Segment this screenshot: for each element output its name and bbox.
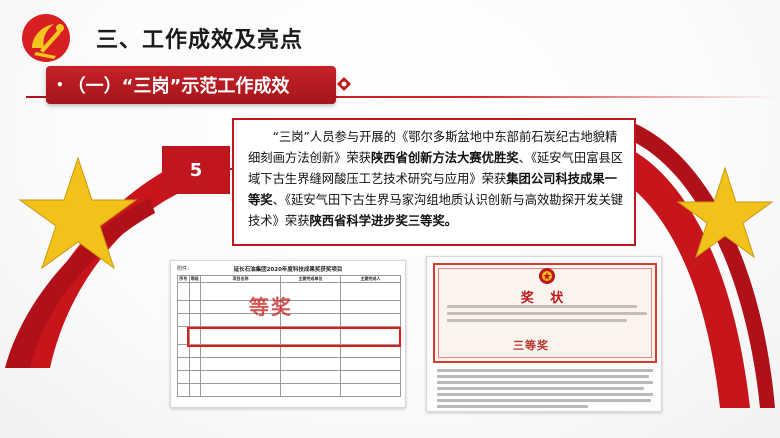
highlighted-row-frame xyxy=(187,327,401,347)
party-emblem-icon xyxy=(22,14,70,62)
table-header: 主要完成人 xyxy=(340,275,401,283)
award-highlight: 陕西省创新方法大赛优胜奖 xyxy=(370,151,519,165)
table-row xyxy=(177,370,401,384)
section-banner: • （一）“三岗”示范工作成效 xyxy=(46,66,336,104)
certificate-prize: 三等奖 xyxy=(513,339,549,352)
slide: 三、工作成效及亮点 • （一）“三岗”示范工作成效 5 “三岗”人员参与开展的《… xyxy=(0,0,780,438)
table-header: 等级 xyxy=(188,275,201,283)
bullet-icon: • xyxy=(56,78,64,92)
diamond-ornament-icon xyxy=(337,77,351,91)
section-title: （一）“三岗”示范工作成效 xyxy=(67,76,290,97)
award-list-document-image: 附件： 延长石油集团2020年度科技成果奖获奖项目 序号 等级 项目名称 主要完… xyxy=(170,260,406,408)
table-header: 序号 xyxy=(177,275,190,283)
certificate-title: 奖 状 xyxy=(520,291,570,306)
table-row xyxy=(177,383,401,397)
achievement-text: “三岗”人员参与开展的《鄂尔多斯盆地中东部前石炭纪古地貌精细刻画方法创新》荣获陕… xyxy=(232,118,636,246)
award-highlight: 陕西省科学进步奖三等奖。 xyxy=(309,214,458,228)
award-level-stamp: 等奖 xyxy=(249,295,293,319)
table-header: 主要完成单位 xyxy=(280,275,341,283)
table-row xyxy=(177,357,401,371)
item-number: 5 xyxy=(162,146,230,194)
certificate-frame: 奖 状 三等奖 xyxy=(433,263,657,363)
document-title: 延长石油集团2020年度科技成果奖获奖项目 xyxy=(233,267,343,273)
national-emblem-icon xyxy=(539,268,555,284)
page-title: 三、工作成效及亮点 xyxy=(96,28,304,53)
award-certificate-image: 奖 状 三等奖 xyxy=(426,256,662,412)
table-header: 项目名称 xyxy=(200,275,281,283)
